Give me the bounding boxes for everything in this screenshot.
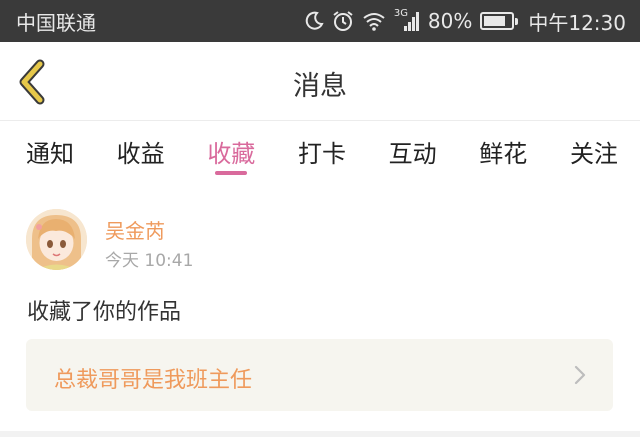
tab-label: 互动: [388, 140, 437, 168]
wifi-icon: [362, 11, 386, 31]
message-text: 收藏了你的作品: [27, 300, 182, 325]
page-title: 消息: [293, 71, 347, 102]
avatar[interactable]: [26, 209, 87, 270]
anime-girl-avatar-icon: [26, 209, 87, 270]
message-time: 今天 10:41: [105, 251, 194, 271]
alarm-icon: [332, 10, 354, 32]
tab-flowers[interactable]: 鲜花: [479, 121, 527, 179]
tab-label: 打卡: [297, 140, 346, 168]
tab-notifications[interactable]: 通知: [26, 121, 74, 179]
tab-label: 收益: [116, 140, 165, 168]
divider: [0, 431, 640, 437]
battery-icon: [480, 12, 519, 30]
moon-icon: [304, 11, 324, 31]
tab-label: 收藏: [207, 140, 256, 168]
signal-icon: 3G: [394, 8, 420, 32]
tab-bar: 通知 收益 收藏 打卡 互动 鲜花 关注: [0, 121, 640, 179]
work-title: 总裁哥哥是我班主任: [54, 368, 253, 393]
carrier-label: 中国联通: [16, 10, 96, 35]
tab-label: 通知: [26, 140, 74, 168]
nav-bar: 消息: [0, 42, 640, 121]
status-bar: 中国联通 3G 80% 中午12:30: [0, 0, 640, 42]
tab-label: 鲜花: [479, 140, 528, 168]
tab-label: 关注: [569, 140, 618, 168]
author-name[interactable]: 吴金芮: [105, 215, 165, 244]
active-tab-indicator: [215, 171, 248, 175]
message-item: 吴金芮 今天 10:41 收藏了你的作品 总裁哥哥是我班主任: [0, 190, 640, 437]
tab-checkin[interactable]: 打卡: [298, 121, 346, 179]
chevron-right-icon: [574, 365, 586, 385]
tab-follows[interactable]: 关注: [570, 121, 618, 179]
work-link-card[interactable]: 总裁哥哥是我班主任: [26, 339, 613, 411]
tab-earnings[interactable]: 收益: [117, 121, 165, 179]
tab-favorites[interactable]: 收藏: [207, 121, 255, 179]
battery-percent: 80%: [427, 9, 473, 33]
tab-interactions[interactable]: 互动: [389, 121, 437, 179]
clock: 中午12:30: [528, 10, 626, 35]
battery-fill: [484, 16, 506, 26]
status-icons: 3G 80% 中午12:30: [304, 7, 626, 36]
